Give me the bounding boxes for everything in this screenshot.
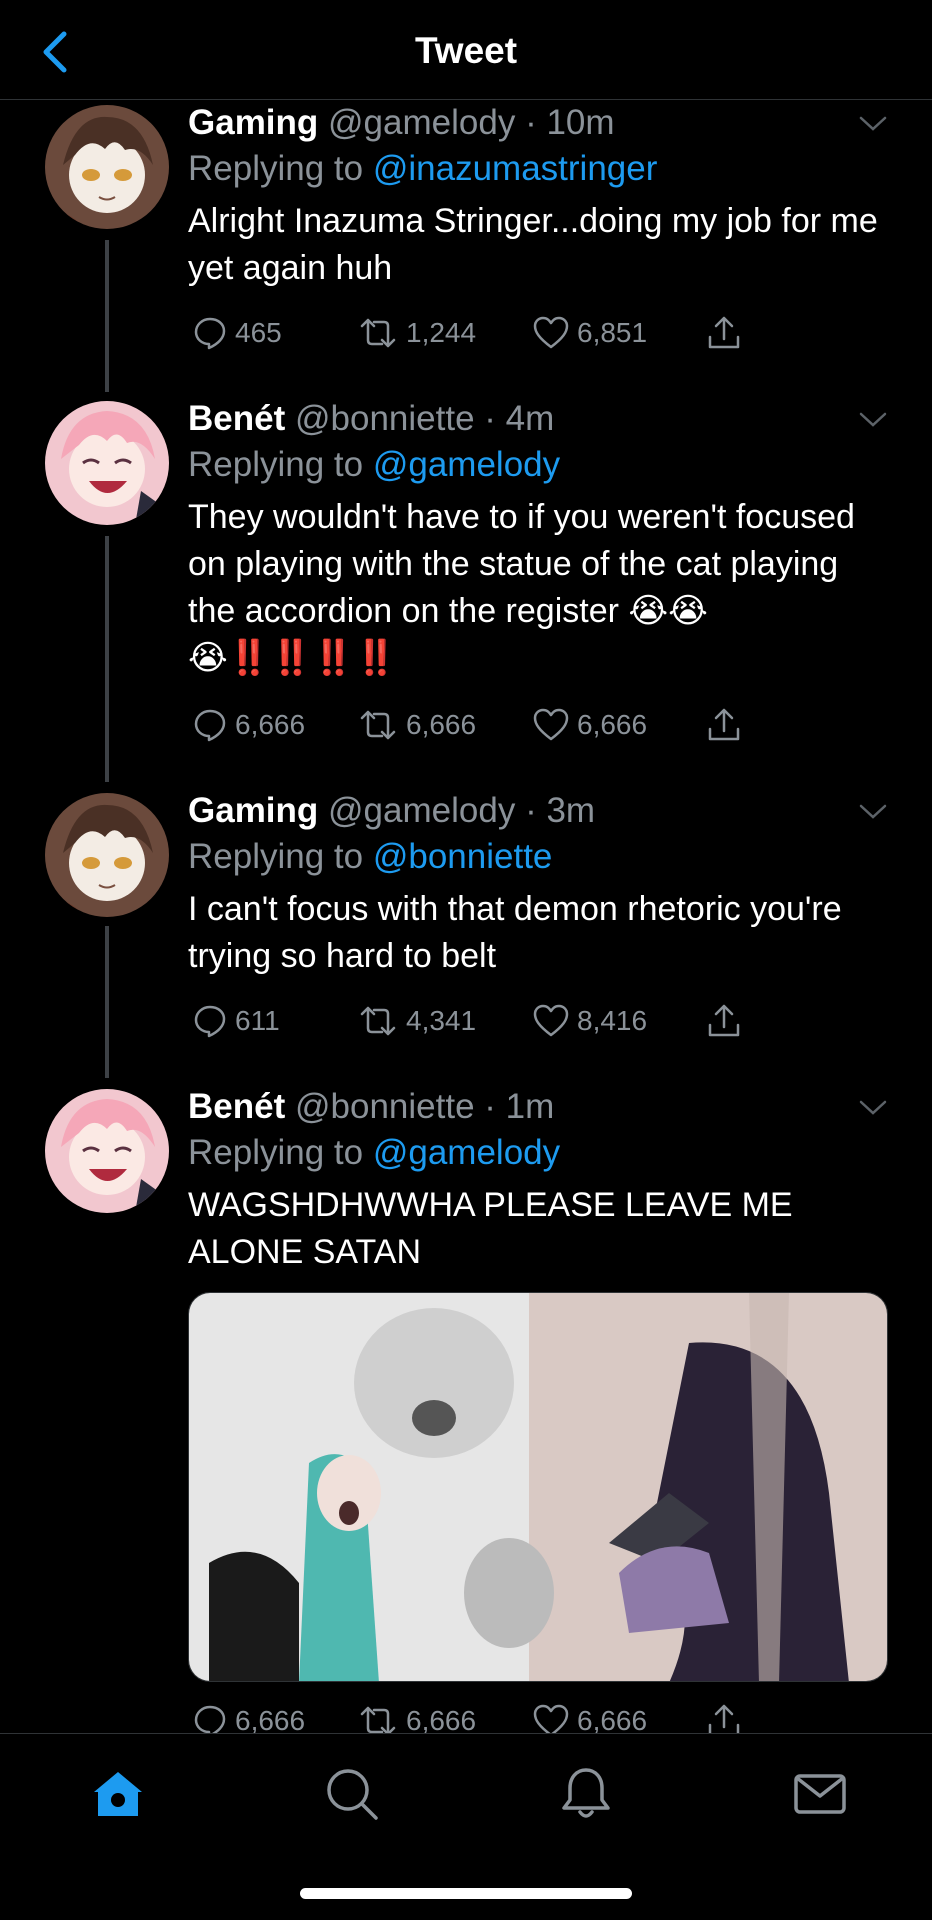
tweet-text: They wouldn't have to if you weren't foc… [188, 498, 855, 677]
share-icon [708, 316, 740, 349]
share-button[interactable] [706, 998, 750, 1044]
reply-button[interactable]: 465 [193, 310, 282, 356]
retweet-button[interactable]: 4,341 [358, 998, 476, 1044]
retweet-count: 6,666 [406, 709, 477, 740]
like-button[interactable]: 6,666 [533, 702, 647, 748]
thread-connector [105, 926, 109, 1078]
reply-icon [194, 1005, 226, 1038]
timestamp: · 4m [484, 399, 555, 438]
user-handle[interactable]: @gamelody [328, 103, 515, 142]
heart-icon [533, 1004, 569, 1037]
user-handle[interactable]: @gamelody [328, 791, 515, 830]
tweet-media-image[interactable] [188, 1292, 888, 1682]
reply-button[interactable]: 611 [193, 998, 280, 1044]
retweet-count: 4,341 [406, 1005, 477, 1036]
replying-to: Replying to @inazumastringer [188, 146, 888, 192]
replying-to: Replying to @gamelody [188, 1130, 888, 1176]
replying-label: Replying to [188, 837, 364, 876]
thread-connector [105, 536, 109, 782]
tweet-text: I can't focus with that demon rhetoric y… [188, 890, 842, 975]
display-name[interactable]: Gaming [188, 791, 318, 830]
avatar[interactable] [45, 1089, 169, 1213]
reply-count: 6,666 [235, 709, 306, 740]
replying-label: Replying to [188, 1133, 364, 1172]
user-handle[interactable]: @bonniette [295, 1087, 475, 1126]
reply-count: 465 [235, 317, 282, 348]
display-name[interactable]: Benét [188, 399, 285, 438]
share-icon [708, 1004, 740, 1037]
timestamp: · 10m [525, 103, 615, 142]
notifications-icon[interactable] [556, 1764, 616, 1824]
user-handle[interactable]: @bonniette [295, 399, 475, 438]
display-name[interactable]: Gaming [188, 103, 318, 142]
reply-button[interactable]: 6,666 [193, 702, 305, 748]
tweet-text: Alright Inazuma Stringer...doing my job … [188, 202, 878, 287]
replying-label: Replying to [188, 445, 364, 484]
retweet-button[interactable]: 1,244 [358, 310, 476, 356]
timestamp: · 3m [525, 791, 596, 830]
thread-connector [105, 240, 109, 392]
mention-link[interactable]: @gamelody [373, 1133, 560, 1172]
avatar[interactable] [45, 105, 169, 229]
page-title: Tweet [414, 30, 518, 71]
replying-to: Replying to @bonniette [188, 834, 888, 880]
chevron-down-icon[interactable] [858, 114, 888, 134]
retweet-icon [360, 318, 396, 348]
chevron-down-icon[interactable] [858, 410, 888, 430]
timestamp: · 1m [484, 1087, 555, 1126]
home-icon[interactable] [88, 1764, 148, 1824]
retweet-icon [360, 1006, 396, 1036]
retweet-button[interactable]: 6,666 [358, 702, 476, 748]
replying-label: Replying to [188, 149, 364, 188]
mention-link[interactable]: @inazumastringer [373, 149, 658, 188]
top-bar: Tweet [0, 0, 932, 100]
share-button[interactable] [706, 310, 750, 356]
mention-link[interactable]: @gamelody [373, 445, 560, 484]
search-icon[interactable] [322, 1764, 382, 1824]
display-name[interactable]: Benét [188, 1087, 285, 1126]
retweet-count: 1,244 [406, 317, 477, 348]
like-count: 6,851 [577, 317, 648, 348]
chevron-down-icon[interactable] [858, 1098, 888, 1118]
like-button[interactable]: 6,851 [533, 310, 647, 356]
share-button[interactable] [706, 702, 750, 748]
like-count: 8,416 [577, 1005, 648, 1036]
home-indicator [300, 1888, 632, 1899]
reply-icon [194, 709, 226, 742]
like-count: 6,666 [577, 709, 648, 740]
share-icon [708, 708, 740, 741]
retweet-icon [360, 710, 396, 740]
replying-to: Replying to @gamelody [188, 442, 888, 488]
heart-icon [533, 708, 569, 741]
reply-count: 611 [235, 1005, 280, 1036]
chevron-down-icon[interactable] [858, 802, 888, 822]
avatar[interactable] [45, 401, 169, 525]
heart-icon [533, 316, 569, 349]
tweet-text: WAGSHDHWWHA PLEASE LEAVE ME ALONE SATAN [188, 1186, 793, 1271]
like-button[interactable]: 8,416 [533, 998, 647, 1044]
avatar[interactable] [45, 793, 169, 917]
mention-link[interactable]: @bonniette [373, 837, 553, 876]
messages-icon[interactable] [790, 1764, 850, 1824]
reply-icon [194, 317, 226, 350]
